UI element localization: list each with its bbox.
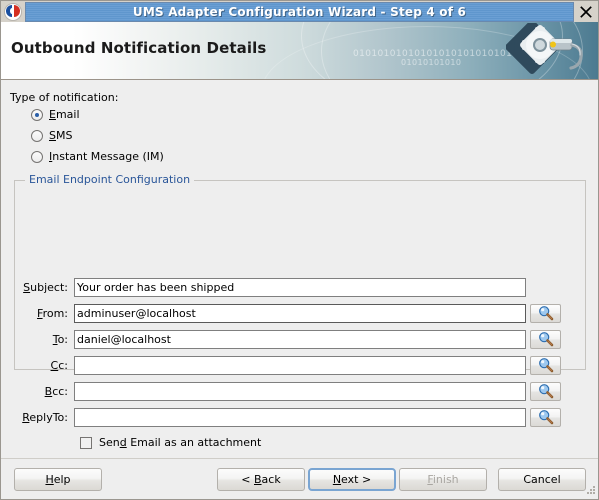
banner-binary-text-1: 0101010101010101010101010101 (353, 49, 525, 59)
window-titlebar: UMS Adapter Configuration Wizard - Step … (1, 1, 598, 22)
search-magnifier-icon (538, 332, 553, 347)
label-bcc: Bcc: (44, 384, 68, 398)
label-cc: Cc: (50, 358, 68, 372)
label-from: From: (37, 306, 68, 320)
field-row-subject: Subject: (1, 277, 526, 297)
field-row-bcc: Bcc: (1, 381, 561, 401)
radio-label-email: Email (49, 108, 80, 121)
label-replyto: ReplyTo: (22, 410, 68, 424)
send-email-as-attachment-label: Send Email as an attachment (99, 436, 262, 449)
to-browse-button[interactable] (530, 329, 561, 349)
radio-option-instant-message[interactable]: Instant Message (IM) (31, 150, 164, 163)
next-button[interactable]: Next > (308, 468, 396, 491)
email-endpoint-configuration-title: Email Endpoint Configuration (25, 173, 195, 186)
field-row-from: From: (1, 303, 561, 323)
gear-wrench-icon (504, 22, 586, 78)
cc-browse-button[interactable] (530, 355, 561, 375)
search-magnifier-icon (538, 358, 553, 373)
radio-mark-sms[interactable] (31, 129, 43, 142)
close-icon[interactable] (576, 3, 596, 21)
radio-label-instant-message: Instant Message (IM) (49, 150, 164, 163)
send-email-as-attachment-checkbox[interactable] (80, 436, 92, 449)
page-title: Outbound Notification Details (11, 39, 267, 57)
wizard-button-bar: Help < Back Next > Finish Cancel (1, 458, 598, 499)
wizard-banner: 0101010101010101010101010101 01010101010 (1, 22, 598, 80)
radio-label-sms: SMS (49, 129, 73, 142)
search-magnifier-icon (538, 410, 553, 425)
finish-button-label: Finish (427, 473, 459, 486)
field-row-replyto: ReplyTo: (1, 407, 561, 427)
label-subject: Subject: (23, 280, 68, 294)
ums-adapter-configuration-wizard-window: UMS Adapter Configuration Wizard - Step … (0, 0, 599, 500)
search-magnifier-icon (538, 384, 553, 399)
send-email-as-attachment-checkbox-row[interactable]: Send Email as an attachment (80, 436, 261, 449)
label-to: To: (52, 332, 68, 346)
radio-mark-instant-message[interactable] (31, 150, 43, 163)
finish-button: Finish (399, 468, 487, 491)
radio-option-sms[interactable]: SMS (31, 129, 72, 142)
cancel-button[interactable]: Cancel (498, 468, 586, 491)
to-input[interactable] (74, 329, 526, 349)
back-button[interactable]: < Back (217, 468, 305, 491)
search-magnifier-icon (538, 306, 553, 321)
banner-binary-text-2: 01010101010 (401, 58, 462, 67)
next-button-label: Next > (332, 473, 372, 486)
notification-type-label: Type of notification: (10, 91, 119, 104)
back-button-label: < Back (241, 473, 281, 486)
field-row-to: To: (1, 329, 561, 349)
cancel-button-label: Cancel (523, 473, 561, 486)
subject-input[interactable] (74, 277, 526, 297)
help-button[interactable]: Help (14, 468, 102, 491)
radio-mark-email[interactable] (31, 108, 43, 121)
replyto-input[interactable] (74, 407, 526, 427)
bcc-input[interactable] (74, 381, 526, 401)
field-row-cc: Cc: (1, 355, 561, 375)
replyto-browse-button[interactable] (530, 407, 561, 427)
from-browse-button[interactable] (530, 303, 561, 323)
window-title: UMS Adapter Configuration Wizard - Step … (132, 5, 467, 19)
bcc-browse-button[interactable] (530, 381, 561, 401)
cc-input[interactable] (74, 355, 526, 375)
oracle-logo-icon (4, 3, 22, 21)
window-title-strip: UMS Adapter Configuration Wizard - Step … (25, 2, 574, 22)
radio-option-email[interactable]: Email (31, 108, 80, 121)
wizard-content-pane: Type of notification: Email SMS Instant … (1, 80, 598, 459)
from-input[interactable] (74, 303, 526, 323)
help-button-label: Help (45, 473, 71, 486)
